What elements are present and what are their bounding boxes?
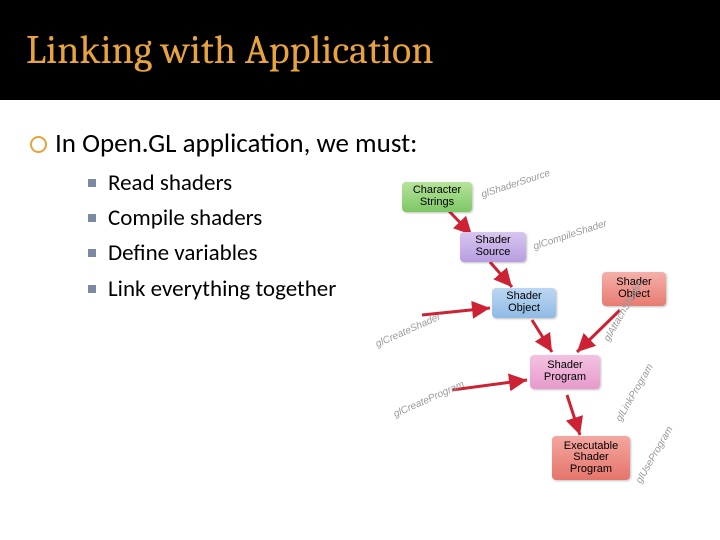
lvl2-text: Link everything together [108, 274, 336, 305]
lvl1-text: In Open.GL application, we must: [55, 128, 417, 160]
node-shader-program: Shader Program [530, 355, 600, 389]
node-character-strings: Character Strings [402, 182, 472, 212]
shader-pipeline-diagram: Character Strings Shader Source Shader O… [362, 180, 702, 520]
square-bullet-icon [88, 285, 96, 293]
title-bar: Linking with Application [0, 0, 720, 100]
lvl2-text: Define variables [108, 238, 257, 269]
square-bullet-icon [88, 214, 96, 222]
slide-title: Linking with Application [26, 27, 434, 73]
bullet-level1: In Open.GL application, we must: [30, 128, 720, 160]
node-shader-object: Shader Object [492, 288, 556, 318]
slide: Linking with Application In Open.GL appl… [0, 0, 720, 540]
lvl2-text: Read shaders [108, 168, 232, 199]
lvl2-text: Compile shaders [108, 203, 262, 234]
ring-bullet-icon [30, 136, 47, 153]
square-bullet-icon [88, 249, 96, 257]
node-executable-shader-program: Executable Shader Program [552, 436, 630, 480]
node-shader-source: Shader Source [460, 232, 526, 262]
square-bullet-icon [88, 179, 96, 187]
